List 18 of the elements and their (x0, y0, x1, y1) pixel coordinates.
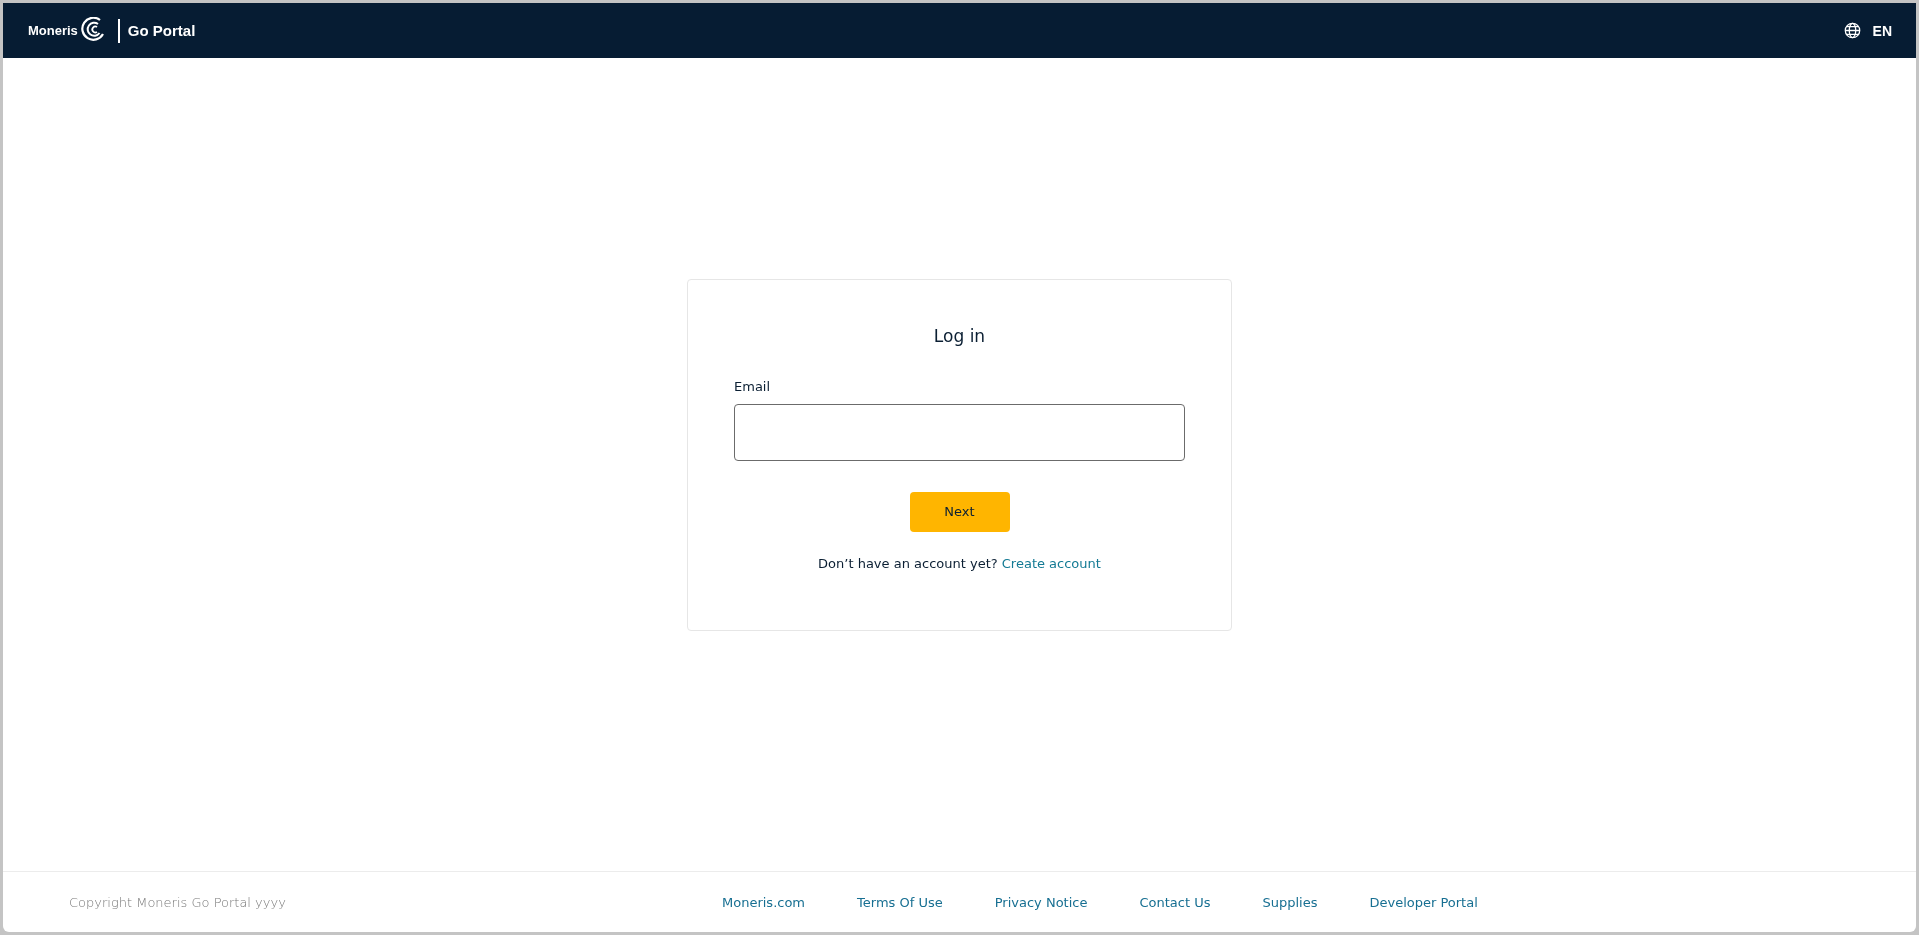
language-button[interactable]: EN (1841, 20, 1894, 41)
email-label: Email (734, 378, 771, 394)
copyright-text: Copyright Moneris Go Portal yyyy (69, 894, 287, 910)
footer-link[interactable]: Moneris.com (722, 894, 806, 910)
signup-prompt: Don’t have an account yet? Create account (818, 555, 1101, 571)
email-input-field[interactable] (734, 403, 1185, 461)
footer-link[interactable]: Terms Of Use (857, 894, 943, 910)
create-account-link[interactable]: Create account (1001, 555, 1101, 571)
next-button[interactable]: Next (909, 491, 1010, 532)
brand-logo-text: Moneris (28, 23, 78, 38)
globe-icon (1843, 22, 1861, 39)
product-name: Go Portal (127, 22, 196, 39)
footer-link[interactable]: Privacy Notice (994, 894, 1088, 910)
footer-link[interactable]: Developer Portal (1369, 894, 1478, 910)
swirl-logo-icon (79, 16, 106, 41)
login-title: Log in (933, 325, 986, 346)
footer-link[interactable]: Contact Us (1139, 894, 1211, 910)
footer-link[interactable]: Supplies (1262, 894, 1318, 910)
